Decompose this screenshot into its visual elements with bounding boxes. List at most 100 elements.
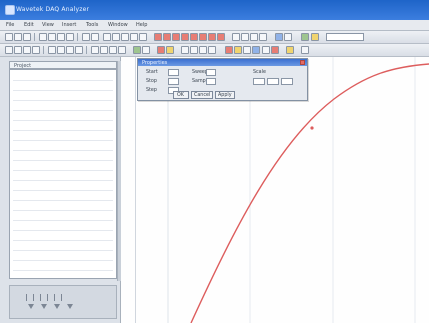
- grid-icon[interactable]: [121, 33, 129, 41]
- list-item[interactable]: [13, 240, 113, 241]
- close-icon[interactable]: [300, 60, 305, 65]
- apply-button[interactable]: Apply: [215, 91, 235, 99]
- down-arrow-icon[interactable]: [54, 304, 60, 309]
- list-item[interactable]: [13, 200, 113, 201]
- table-icon[interactable]: [100, 46, 108, 54]
- list-item[interactable]: [13, 80, 113, 81]
- menu-help[interactable]: Help: [136, 22, 147, 28]
- sweep-field[interactable]: [206, 69, 216, 76]
- down-arrow-icon[interactable]: [67, 304, 73, 309]
- line-icon[interactable]: [48, 46, 56, 54]
- menu-insert[interactable]: Insert: [62, 22, 76, 28]
- folder-icon[interactable]: [284, 33, 292, 41]
- marker-icon[interactable]: [139, 33, 147, 41]
- window-icon[interactable]: [262, 46, 270, 54]
- layer-icon[interactable]: [181, 46, 189, 54]
- record-icon[interactable]: [154, 33, 162, 41]
- light-icon[interactable]: [311, 33, 319, 41]
- list-item[interactable]: [13, 220, 113, 221]
- scale-field-1[interactable]: [253, 78, 265, 85]
- zoom-out-icon[interactable]: [112, 33, 120, 41]
- enable-icon[interactable]: [133, 46, 141, 54]
- help-icon[interactable]: [252, 46, 260, 54]
- dropdown-icon[interactable]: [275, 33, 283, 41]
- crosshair-icon[interactable]: [208, 46, 216, 54]
- ruler-icon[interactable]: [250, 33, 258, 41]
- list-item[interactable]: [13, 130, 113, 131]
- cursor-icon[interactable]: [130, 33, 138, 41]
- menu-file[interactable]: File: [6, 22, 14, 28]
- sync-icon[interactable]: [142, 46, 150, 54]
- ok-button[interactable]: OK: [173, 91, 189, 99]
- pause-icon[interactable]: [172, 33, 180, 41]
- list-item[interactable]: [13, 120, 113, 121]
- menu-edit[interactable]: Edit: [24, 22, 34, 28]
- chart-icon[interactable]: [91, 46, 99, 54]
- list-item[interactable]: [13, 190, 113, 191]
- list-item[interactable]: [13, 110, 113, 111]
- cut-icon[interactable]: [48, 33, 56, 41]
- redo-icon[interactable]: [91, 33, 99, 41]
- pan-icon[interactable]: [232, 33, 240, 41]
- bookmark-icon[interactable]: [166, 46, 174, 54]
- save-icon[interactable]: [23, 33, 31, 41]
- run-icon[interactable]: [301, 33, 309, 41]
- text-icon[interactable]: [75, 46, 83, 54]
- list-item[interactable]: [13, 160, 113, 161]
- samples-field[interactable]: [206, 78, 216, 85]
- rect-icon[interactable]: [57, 46, 65, 54]
- export-icon[interactable]: [301, 46, 309, 54]
- paste-icon[interactable]: [66, 33, 74, 41]
- down-arrow-icon[interactable]: [28, 304, 34, 309]
- info-icon[interactable]: [243, 46, 251, 54]
- list-item[interactable]: [13, 270, 113, 271]
- list-item[interactable]: [13, 250, 113, 251]
- zoom-rect-icon[interactable]: [199, 46, 207, 54]
- menu-tools[interactable]: Tools: [86, 22, 98, 28]
- sort-icon[interactable]: [118, 46, 126, 54]
- filter-icon[interactable]: [109, 46, 117, 54]
- scale-field-2[interactable]: [267, 78, 279, 85]
- print-icon[interactable]: [39, 33, 47, 41]
- error-icon[interactable]: [225, 46, 233, 54]
- list-item[interactable]: [13, 230, 113, 231]
- down-arrow-icon[interactable]: [41, 304, 47, 309]
- menu-window[interactable]: Window: [108, 22, 128, 28]
- copy-icon[interactable]: [57, 33, 65, 41]
- rotate-icon[interactable]: [32, 46, 40, 54]
- open-icon[interactable]: [14, 33, 22, 41]
- lock-icon[interactable]: [190, 46, 198, 54]
- list-item[interactable]: [13, 180, 113, 181]
- move-icon[interactable]: [14, 46, 22, 54]
- fit-icon[interactable]: [241, 33, 249, 41]
- settings-icon[interactable]: [259, 33, 267, 41]
- zoom-in-icon[interactable]: [103, 33, 111, 41]
- list-item[interactable]: [13, 170, 113, 171]
- alarm-icon[interactable]: [199, 33, 207, 41]
- menu-view[interactable]: View: [42, 22, 54, 28]
- undo-icon[interactable]: [82, 33, 90, 41]
- new-icon[interactable]: [5, 33, 13, 41]
- list-item[interactable]: [13, 90, 113, 91]
- loop-icon[interactable]: [190, 33, 198, 41]
- select-icon[interactable]: [5, 46, 13, 54]
- warning-triangle-icon[interactable]: [286, 46, 294, 54]
- warning-icon[interactable]: [208, 33, 216, 41]
- list-item[interactable]: [13, 260, 113, 261]
- start-field[interactable]: [168, 69, 179, 76]
- cancel-button[interactable]: Cancel: [191, 91, 213, 99]
- flag-icon[interactable]: [217, 33, 225, 41]
- caution-icon[interactable]: [234, 46, 242, 54]
- stop-icon[interactable]: [163, 33, 171, 41]
- toolbar-search-input[interactable]: [326, 33, 364, 41]
- play-icon[interactable]: [181, 33, 189, 41]
- scale-icon[interactable]: [23, 46, 31, 54]
- list-item[interactable]: [13, 100, 113, 101]
- list-item[interactable]: [13, 210, 113, 211]
- delete-icon[interactable]: [157, 46, 165, 54]
- stop-field[interactable]: [168, 78, 179, 85]
- stop-circle-icon[interactable]: [271, 46, 279, 54]
- list-item[interactable]: [13, 150, 113, 151]
- list-item[interactable]: [13, 140, 113, 141]
- ellipse-icon[interactable]: [66, 46, 74, 54]
